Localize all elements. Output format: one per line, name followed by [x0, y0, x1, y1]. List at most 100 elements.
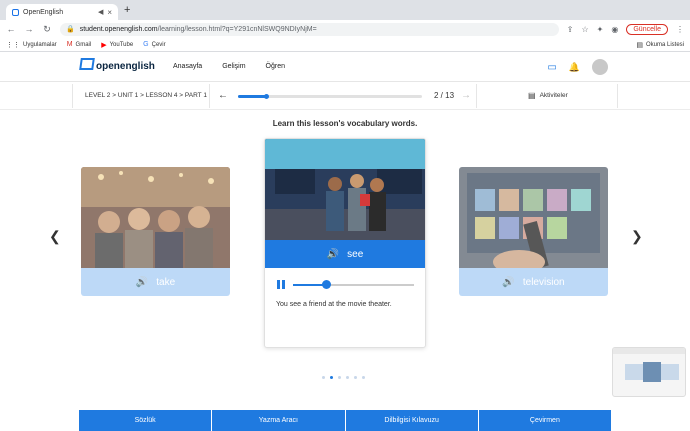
thumbnail-card — [625, 364, 643, 380]
apps-grid-icon: ⋮⋮ — [6, 41, 20, 49]
gmail-icon: M — [66, 41, 73, 48]
reading-list-icon: ▤ — [636, 41, 643, 49]
thumbnail-bar — [613, 348, 685, 354]
forward-icon[interactable]: → — [24, 24, 34, 34]
television-remote-image — [459, 167, 608, 274]
vocab-word: see — [347, 248, 364, 260]
back-icon[interactable]: ← — [6, 24, 16, 34]
translate-icon: G — [143, 41, 149, 48]
movie-theater-image — [265, 139, 425, 240]
share-icon[interactable]: ⇪ — [567, 25, 574, 34]
lock-icon: 🔒 — [66, 26, 75, 33]
bookmark-youtube[interactable]: ▶ YouTube — [101, 41, 133, 49]
word-label-bar: 🔊 take — [81, 268, 230, 296]
audio-scrubber[interactable] — [293, 279, 414, 289]
site-favicon-icon — [12, 8, 19, 16]
lesson-toolbar: LEVEL 2 > UNIT 1 > LESSON 4 > PART 1 ← 2… — [0, 82, 690, 110]
nav-progress[interactable]: Gelişim — [222, 63, 245, 70]
carousel-dot[interactable] — [362, 376, 365, 379]
url-field[interactable]: 🔒 student.openenglish.com/learning/lesso… — [60, 22, 559, 36]
pause-icon[interactable] — [277, 280, 285, 289]
activities-list-icon: ▤ — [528, 91, 536, 100]
update-button[interactable]: Güncelle — [626, 23, 668, 35]
thumbnail-card — [661, 364, 679, 380]
page-preview-thumbnail[interactable] — [612, 347, 686, 397]
word-label-bar: 🔊 see — [265, 240, 425, 268]
next-step-icon[interactable]: → — [461, 90, 471, 101]
new-tab-button[interactable]: + — [124, 4, 130, 16]
reading-list[interactable]: ▤ Okuma Listesi — [636, 41, 684, 49]
url-host: student.openenglish.com — [79, 25, 158, 33]
speaker-icon[interactable]: 🔊 — [502, 277, 514, 288]
carousel-dot[interactable] — [354, 376, 357, 379]
carousel-dot[interactable] — [338, 376, 341, 379]
avatar[interactable] — [592, 59, 608, 75]
bell-icon[interactable]: 🔔 — [569, 62, 580, 73]
bookmark-label: Gmail — [75, 41, 92, 48]
bookmark-label: Uygulamalar — [23, 41, 57, 48]
url-path: /learning/lesson.html?q=Y291cnNlSWQ9NDIy… — [157, 25, 317, 33]
menu-dots-icon[interactable]: ⋮ — [676, 25, 684, 34]
audio-player — [277, 279, 414, 289]
audio-playing-icon[interactable]: ◀ — [98, 8, 103, 16]
bookmarks-bar: ⋮⋮ Uygulamalar M Gmail ▶ YouTube G Çevir… — [0, 38, 690, 52]
reload-icon[interactable]: ↻ — [42, 24, 52, 35]
lesson-progress-bar — [238, 94, 422, 99]
example-sentence: You see a friend at the movie theater. — [276, 301, 392, 308]
dictionary-button[interactable]: Sözlük — [79, 410, 212, 431]
progress-knob — [263, 94, 269, 99]
activities-button[interactable]: ▤ Aktiviteler — [528, 91, 568, 100]
carousel-dot[interactable] — [322, 376, 325, 379]
divider — [617, 84, 618, 108]
instruction-text: Learn this lesson's vocabulary words. — [272, 119, 418, 128]
audio-scrubber-handle[interactable] — [322, 279, 332, 289]
previous-step-icon[interactable]: ← — [218, 90, 228, 101]
carousel-next-icon[interactable]: ❯ — [631, 228, 643, 245]
divider — [209, 84, 210, 108]
word-label-bar: 🔊 television — [459, 268, 608, 296]
carousel-dot[interactable] — [346, 376, 349, 379]
carousel-dots — [322, 376, 365, 379]
grammar-guide-button[interactable]: Dilbilgisi Kılavuzu — [345, 410, 478, 431]
nav-home[interactable]: Anasayfa — [173, 63, 202, 70]
extensions-icon[interactable]: ✦ — [597, 25, 604, 34]
bookmark-label: Çevir — [151, 41, 166, 48]
bookmark-apps[interactable]: ⋮⋮ Uygulamalar — [6, 41, 57, 49]
breadcrumb: LEVEL 2 > UNIT 1 > LESSON 4 > PART 1 — [85, 92, 207, 99]
vocab-card-next[interactable]: 🔊 television — [459, 167, 608, 296]
bookmark-translate[interactable]: G Çevir — [143, 41, 165, 48]
site-header: open english Anasayfa Gelişim Öğren ▭ 🔔 — [0, 52, 690, 82]
bookmark-gmail[interactable]: M Gmail — [67, 41, 92, 48]
logo-mark-icon — [79, 58, 95, 70]
reading-list-label: Okuma Listesi — [645, 41, 684, 48]
logo-text-open: open — [96, 60, 120, 72]
chat-icon[interactable]: ▭ — [547, 62, 556, 73]
speaker-icon[interactable]: 🔊 — [327, 249, 339, 260]
progress-count: 2 / 13 — [434, 91, 455, 100]
speaker-icon[interactable]: 🔊 — [136, 277, 148, 288]
tab-close-icon[interactable]: × — [107, 8, 112, 17]
tab-title: OpenEnglish — [23, 8, 64, 16]
friends-selfie-image — [81, 167, 230, 268]
progress-fill — [238, 95, 267, 98]
vocab-word: television — [522, 276, 565, 288]
bookmark-star-icon[interactable]: ☆ — [582, 25, 589, 34]
divider — [476, 84, 477, 108]
bookmark-label: YouTube — [109, 41, 134, 48]
logo-text-english: english — [119, 60, 155, 72]
divider — [72, 84, 73, 108]
browser-tab[interactable]: OpenEnglish ◀ × — [6, 4, 118, 20]
address-bar-row: ← → ↻ 🔒 student.openenglish.com/learning… — [0, 20, 690, 38]
thumbnail-card — [643, 362, 661, 382]
translator-button[interactable]: Çevirmen — [478, 410, 611, 431]
carousel-prev-icon[interactable]: ❮ — [49, 228, 61, 245]
openenglish-logo[interactable]: open english — [79, 58, 155, 72]
activities-label: Aktiviteler — [539, 92, 568, 99]
bottom-tools-bar: Sözlük Yazma Aracı Dilbilgisi Kılavuzu Ç… — [79, 410, 611, 431]
browser-tab-strip: OpenEnglish ◀ × + — [0, 0, 690, 20]
nav-learn[interactable]: Öğren — [266, 63, 285, 70]
carousel-dot[interactable] — [330, 376, 333, 379]
writing-tool-button[interactable]: Yazma Aracı — [212, 410, 345, 431]
vocab-card-previous[interactable]: 🔊 take — [81, 167, 230, 296]
profile-icon[interactable]: ◉ — [611, 25, 618, 34]
